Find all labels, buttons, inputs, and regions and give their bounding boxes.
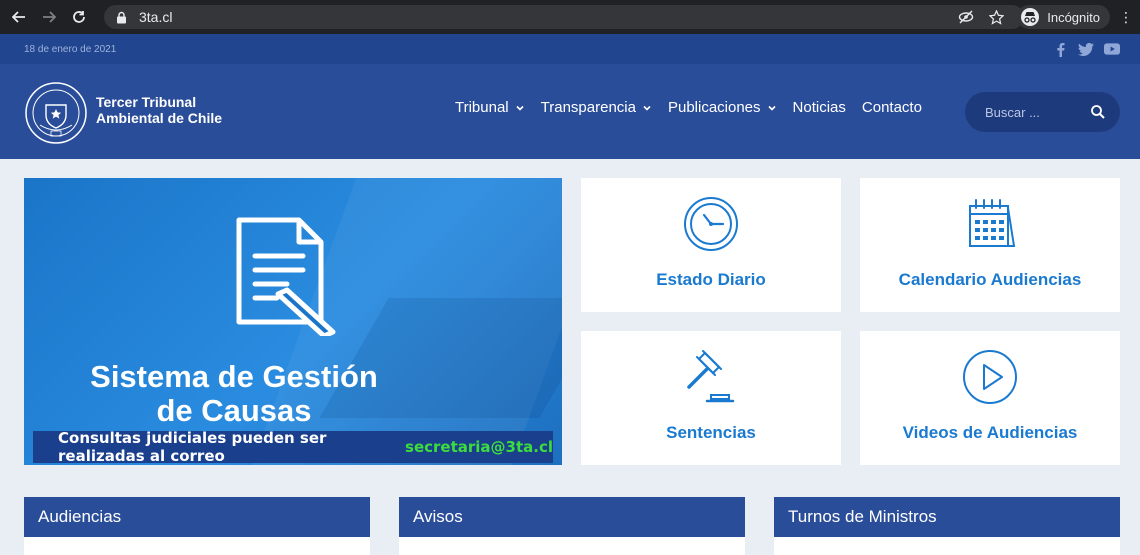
banner-title-line-2: de Causas: [156, 393, 312, 428]
section-title: Turnos de Ministros: [774, 497, 1120, 537]
address-bar[interactable]: 3ta.cl: [104, 5, 1024, 29]
tile-calendario-audiencias[interactable]: Calendario Audiencias: [860, 178, 1120, 312]
brand-line-1: Tercer Tribunal: [96, 94, 197, 110]
browser-toolbar: 3ta.cl Incógnito ⋮: [0, 0, 1140, 34]
section-title: Avisos: [399, 497, 745, 537]
tile-sentencias[interactable]: Sentencias: [581, 331, 841, 465]
nav-label: Tribunal: [455, 99, 509, 116]
nav-label: Transparencia: [540, 99, 636, 116]
tracking-blocked-icon[interactable]: [955, 10, 977, 24]
nav-item-contacto[interactable]: Contacto: [862, 99, 922, 116]
tile-label: Calendario Audiencias: [898, 270, 1082, 289]
brand-line-2: Ambiental de Chile: [96, 110, 223, 126]
site-brand[interactable]: Tercer Tribunal Ambiental de Chile: [96, 94, 222, 126]
banner-strip-text: Consultas judiciales pueden ser realizad…: [58, 429, 327, 465]
tile-label: Sentencias: [666, 423, 756, 442]
main-nav: Tribunal Transparencia Publicaciones Not…: [455, 99, 922, 116]
chevron-down-icon: [516, 105, 524, 111]
tile-estado-diario[interactable]: Estado Diario: [581, 178, 841, 312]
section-avisos: Avisos: [399, 497, 745, 555]
tile-label: Videos de Audiencias: [902, 423, 1078, 442]
search-input[interactable]: Buscar ...: [965, 92, 1120, 132]
section-audiencias: Audiencias: [24, 497, 370, 555]
nav-label: Noticias: [792, 99, 846, 116]
chevron-down-icon: [643, 105, 651, 111]
twitter-icon[interactable]: [1078, 41, 1094, 57]
tile-label: Estado Diario: [656, 270, 766, 289]
gavel-icon: [687, 350, 735, 403]
section-title: Audiencias: [24, 497, 370, 537]
nav-label: Contacto: [861, 99, 922, 116]
social-links: [1052, 41, 1120, 57]
calendar-icon: [969, 199, 1016, 247]
back-icon[interactable]: [8, 6, 30, 28]
more-menu-icon[interactable]: ⋮: [1116, 9, 1136, 26]
tribunal-logo[interactable]: [24, 81, 88, 145]
site-header: Tercer Tribunal Ambiental de Chile Tribu…: [0, 64, 1140, 159]
forward-icon[interactable]: [38, 6, 60, 28]
incognito-profile-button[interactable]: Incógnito: [1017, 5, 1110, 29]
nav-item-noticias[interactable]: Noticias: [793, 99, 846, 116]
bookmark-star-icon[interactable]: [985, 9, 1007, 25]
chevron-down-icon: [767, 105, 776, 111]
banner-title-line-1: Sistema de Gestión: [90, 359, 378, 394]
play-icon: [963, 350, 1017, 404]
banner-email-link[interactable]: secretaria@3ta.cl: [405, 438, 553, 456]
youtube-icon[interactable]: [1104, 41, 1120, 57]
reload-icon[interactable]: [68, 6, 90, 28]
facebook-icon[interactable]: [1052, 41, 1068, 57]
nav-item-publicaciones[interactable]: Publicaciones: [668, 99, 777, 116]
top-info-strip: 18 de enero de 2021: [0, 34, 1140, 64]
nav-label: Publicaciones: [667, 99, 761, 116]
nav-item-transparencia[interactable]: Transparencia: [541, 99, 652, 116]
lock-icon: [117, 11, 126, 23]
profile-label: Incógnito: [1047, 9, 1100, 25]
search-placeholder: Buscar ...: [985, 104, 1040, 120]
section-turnos-ministros: Turnos de Ministros: [774, 497, 1120, 555]
incognito-icon: [1021, 8, 1040, 26]
document-pencil-icon: [236, 217, 336, 336]
url-text: 3ta.cl: [139, 9, 173, 25]
search-icon[interactable]: [1090, 104, 1106, 120]
banner-contact-strip: Consultas judiciales pueden ser realizad…: [33, 429, 553, 465]
tile-videos-audiencias[interactable]: Videos de Audiencias: [860, 331, 1120, 465]
current-date: 18 de enero de 2021: [24, 43, 117, 55]
nav-item-tribunal[interactable]: Tribunal: [455, 99, 525, 116]
clock-icon: [684, 197, 738, 251]
case-system-banner[interactable]: Sistema de Gestión de Causas Consultas j…: [24, 178, 562, 465]
